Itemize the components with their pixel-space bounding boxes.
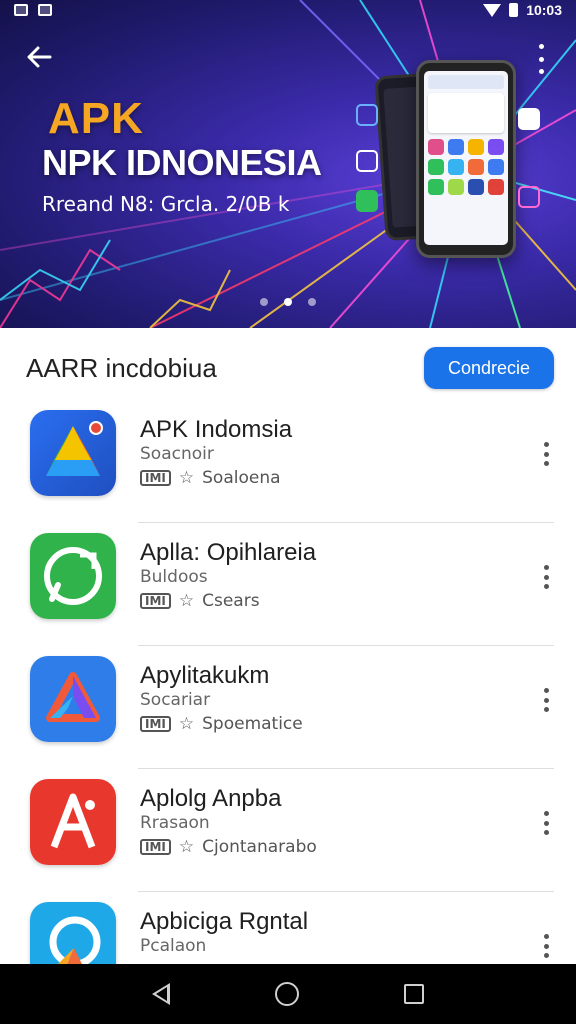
letter-a-icon	[30, 779, 116, 865]
app-meta-text: Cjontanarabo	[202, 837, 317, 857]
app-name: Aplla: Opihlareia	[140, 539, 317, 566]
app-meta: IMI ☆ Soaloena	[140, 468, 281, 488]
app-meta-text: Spoematice	[202, 714, 303, 734]
system-nav-bar	[0, 964, 576, 1024]
status-time: 10:03	[526, 2, 562, 18]
size-badge: IMI	[140, 470, 171, 486]
app-list[interactable]: APK Indomsia Soacnoir IMI ☆ Soaloena Apl…	[0, 400, 576, 964]
floating-app-icon	[356, 190, 378, 212]
hero-banner[interactable]: APK NPK IDNONESIA Rreand N8: Grcla. 2/0B…	[0, 0, 576, 328]
wifi-icon	[483, 3, 502, 17]
app-meta: IMI ☆ Csears	[140, 591, 260, 611]
more-options-icon[interactable]	[542, 811, 550, 835]
star-icon: ☆	[178, 468, 195, 488]
nav-home-icon[interactable]	[274, 982, 299, 1006]
size-badge: IMI	[140, 716, 171, 732]
app-subtitle: Pcalaon	[140, 936, 207, 956]
more-options-icon[interactable]	[542, 934, 550, 958]
app-meta-text: Soaloena	[202, 468, 281, 488]
app-name: Apylitakukm	[140, 662, 270, 689]
app-meta: IMI ☆ Cjontanarabo	[140, 837, 317, 857]
floating-app-icon	[356, 104, 378, 126]
app-name: Aplolg Anpba	[140, 785, 282, 812]
size-badge: IMI	[140, 593, 171, 609]
star-icon: ☆	[178, 714, 195, 734]
status-bar: 10:03	[0, 0, 576, 20]
more-options-icon[interactable]	[542, 442, 550, 466]
app-list-item[interactable]: Apylitakukm Socariar IMI ☆ Spoematice	[0, 646, 576, 769]
section-title: AARR incdobiua	[26, 352, 217, 383]
nav-recent-icon[interactable]	[403, 984, 424, 1004]
size-badge: IMI	[140, 839, 171, 855]
brand-title: APK	[48, 94, 144, 143]
brand-tagline: Rreand N8: Grcla. 2/0B k	[42, 192, 290, 216]
notification-icon	[14, 4, 28, 16]
star-icon: ☆	[178, 837, 195, 857]
more-options-icon[interactable]	[542, 565, 550, 589]
app-meta: IMI ☆ Spoematice	[140, 714, 303, 734]
carousel-dot[interactable]	[260, 298, 268, 306]
phone-illustration-front	[416, 60, 516, 258]
star-icon: ☆	[178, 591, 195, 611]
back-arrow-icon[interactable]	[24, 42, 60, 78]
app-meta-text: Csears	[202, 591, 260, 611]
app-name: APK Indomsia	[140, 416, 293, 443]
app-list-item[interactable]: Aplolg Anpba Rrasaon IMI ☆ Cjontanarabo	[0, 769, 576, 892]
battery-icon	[509, 3, 519, 17]
app-subtitle: Soacnoir	[140, 444, 214, 464]
app-subtitle: Buldoos	[140, 567, 208, 587]
brand-subtitle: NPK IDNONESIA	[42, 142, 322, 183]
section-header: AARR incdobiua Condrecie	[0, 336, 576, 400]
floating-app-icon	[518, 108, 540, 130]
nav-back-icon[interactable]	[152, 983, 171, 1005]
triangle-logo-icon	[30, 656, 116, 742]
floating-app-icon	[356, 150, 378, 172]
carousel-dot-active[interactable]	[284, 298, 292, 306]
app-list-item[interactable]: APK Indomsia Soacnoir IMI ☆ Soaloena	[0, 400, 576, 523]
chat-arrow-icon	[30, 902, 116, 964]
more-options-icon[interactable]	[542, 688, 550, 712]
notification-icon	[38, 4, 52, 16]
app-subtitle: Socariar	[140, 690, 211, 710]
app-list-item[interactable]: Aplla: Opihlareia Buldoos IMI ☆ Csears	[0, 523, 576, 646]
more-options-icon[interactable]	[536, 44, 546, 74]
app-subtitle: Rrasaon	[140, 813, 210, 833]
chat-bubble-icon	[30, 533, 116, 619]
app-list-item[interactable]: Apbiciga Rgntal Pcalaon	[0, 892, 576, 964]
carousel-dot[interactable]	[308, 298, 316, 306]
app-name: Apbiciga Rgntal	[140, 908, 309, 935]
carousel-indicator[interactable]	[0, 298, 576, 306]
floating-app-icon	[518, 186, 540, 208]
section-action-button[interactable]: Condrecie	[424, 347, 554, 389]
google-drive-style-icon	[30, 410, 116, 496]
